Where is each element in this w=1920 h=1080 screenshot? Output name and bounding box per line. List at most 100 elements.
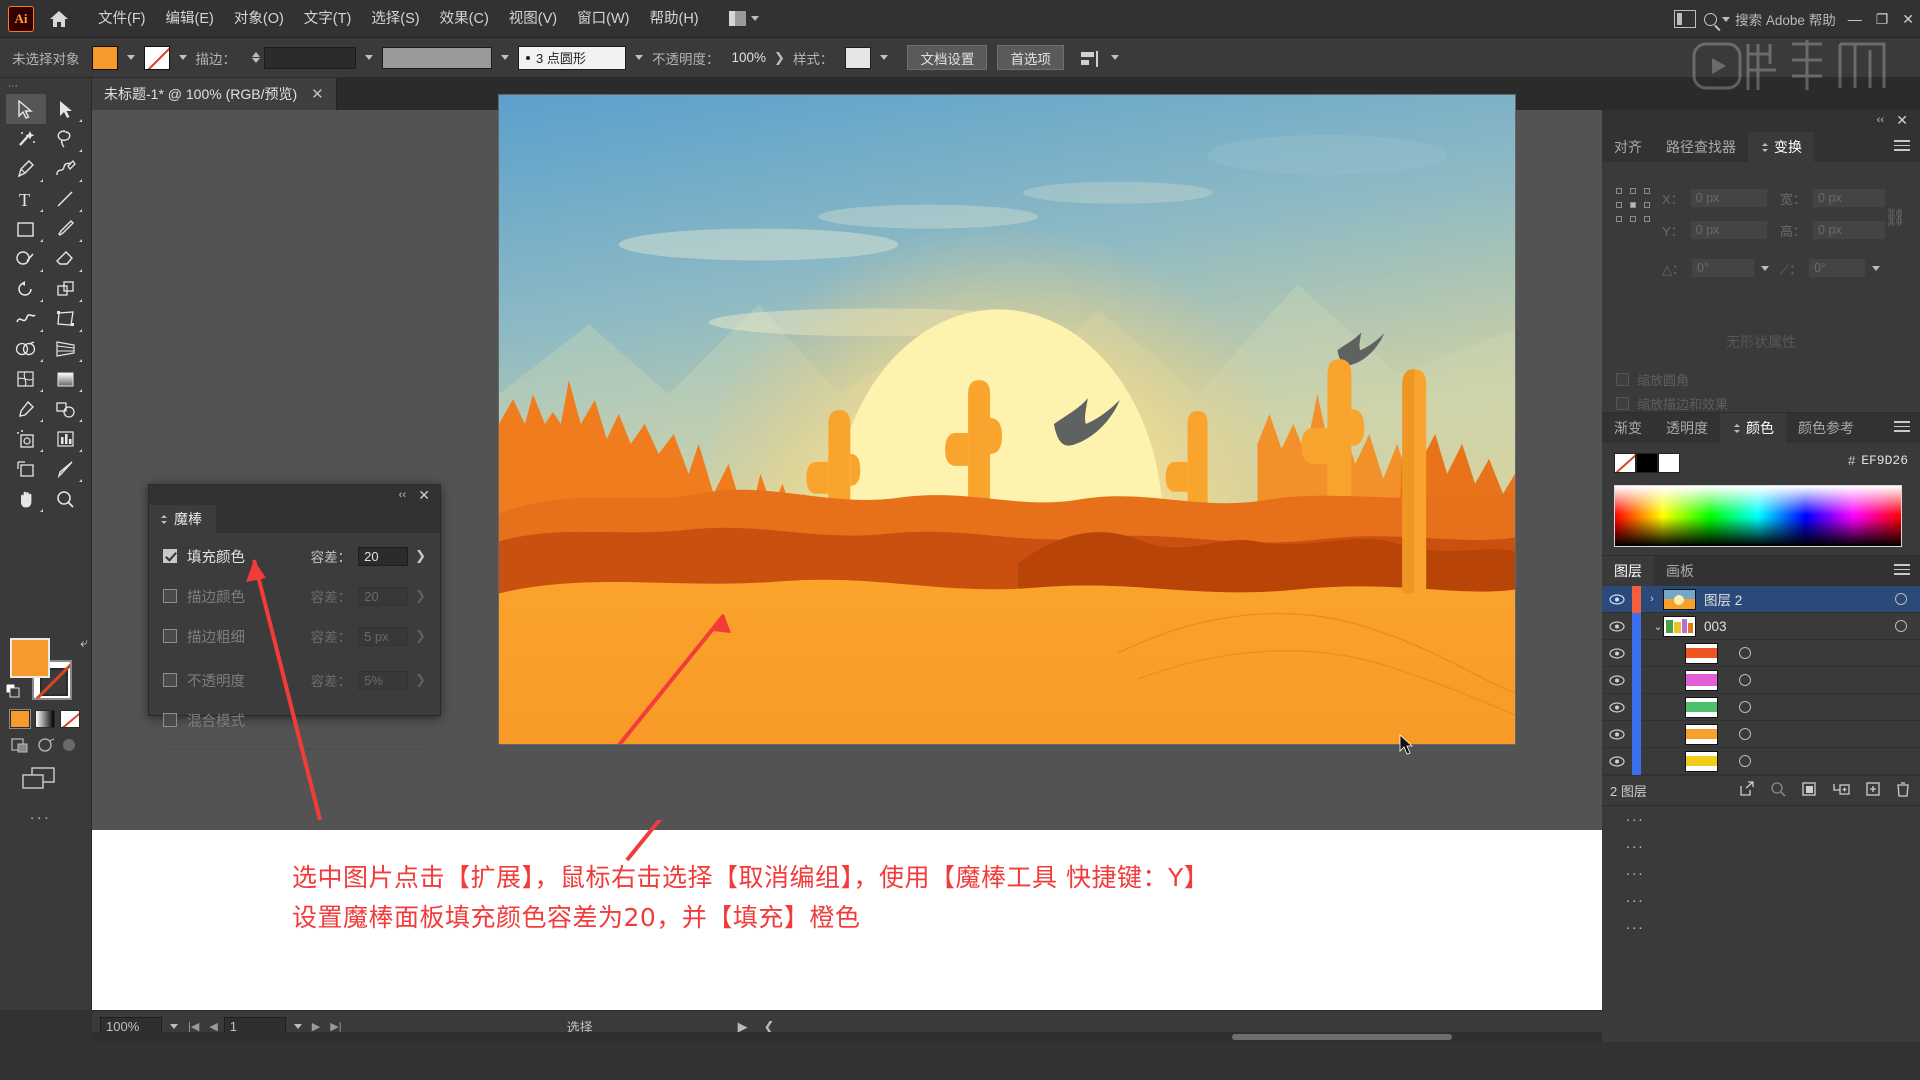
table-row[interactable]: ... [1602, 693, 1920, 879]
table-row[interactable]: ... [1602, 639, 1920, 825]
scrollbar-thumb[interactable] [1232, 1034, 1452, 1040]
layer-name[interactable]: 003 [1704, 619, 1882, 634]
menu-help[interactable]: 帮助(H) [639, 0, 708, 38]
layer-twisty-icon[interactable]: › [1641, 593, 1663, 605]
opacity-value[interactable]: 100% [732, 50, 767, 65]
delete-layer-icon[interactable] [1896, 781, 1910, 800]
visibility-toggle-icon[interactable] [1602, 647, 1632, 659]
table-row[interactable]: › 图层 2 [1602, 585, 1920, 613]
color-spectrum-bar[interactable] [1614, 485, 1902, 547]
shaper-tool[interactable] [6, 244, 46, 274]
opacity-chevron-icon[interactable]: ❯ [774, 50, 785, 66]
magic-wand-panel[interactable]: ‹‹ ✕ 魔棒 填充颜色 容差： 20 ❯ 描边颜色 容差： 20 ❯ 描边粗细… [148, 484, 441, 750]
document-tab[interactable]: 未标题-1* @ 100% (RGB/预览) ✕ [92, 78, 337, 110]
none-fill-button[interactable] [60, 710, 80, 728]
magic-wand-panel-titlebar[interactable]: ‹‹ ✕ [149, 485, 440, 505]
layer-target-icon[interactable] [1726, 728, 1764, 740]
close-icon[interactable]: ✕ [1896, 112, 1908, 129]
eyedropper-tool[interactable] [6, 394, 46, 424]
layer-target-icon[interactable] [1882, 593, 1920, 605]
wand-row-opacity[interactable]: 不透明度 容差： 5% ❯ [163, 669, 426, 691]
zoom-tool[interactable] [46, 484, 86, 514]
menu-select[interactable]: 选择(S) [361, 0, 429, 38]
wand-row-stroke-color[interactable]: 描边颜色 容差： 20 ❯ [163, 585, 426, 607]
preferences-button[interactable]: 首选项 [997, 45, 1064, 70]
tab-layers[interactable]: 图层 [1602, 556, 1654, 586]
line-segment-tool[interactable] [46, 184, 86, 214]
stroke-color-swatch[interactable] [143, 45, 170, 70]
collapse-icon[interactable]: ‹‹ [399, 489, 406, 501]
checkbox-scale-corners[interactable] [1616, 373, 1629, 386]
make-clipping-mask-icon[interactable] [1801, 781, 1817, 800]
magic-wand-tool[interactable] [6, 124, 46, 154]
locate-object-icon[interactable] [1770, 781, 1786, 800]
stroke-profile-select[interactable] [382, 46, 492, 69]
chevron-down-icon[interactable] [635, 55, 643, 60]
reference-point-selector[interactable] [1616, 188, 1650, 222]
menu-type[interactable]: 文字(T) [294, 0, 362, 38]
layer-name[interactable]: ... [1626, 808, 1645, 825]
search-help[interactable]: 搜索 Adobe 帮助 [1704, 9, 1836, 29]
wand-row-stroke-weight[interactable]: 描边粗细 容差： 5 px ❯ [163, 625, 426, 647]
table-row[interactable]: ... [1602, 747, 1920, 933]
tab-transform[interactable]: 变换 [1748, 132, 1814, 162]
visibility-toggle-icon[interactable] [1602, 701, 1632, 713]
stroke-weight-stepper[interactable] [252, 52, 260, 63]
wand-row-blend-mode[interactable]: 混合模式 [163, 709, 426, 731]
layer-name[interactable]: ... [1626, 835, 1645, 852]
create-sublayer-icon[interactable] [1832, 781, 1850, 800]
minimize-button[interactable]: — [1848, 11, 1862, 27]
table-row[interactable]: ... [1602, 720, 1920, 906]
swatch-white[interactable] [1658, 453, 1680, 473]
color-fill-button[interactable] [9, 709, 31, 729]
panel-menu-icon[interactable] [1894, 564, 1910, 576]
menu-effect[interactable]: 效果(C) [430, 0, 499, 38]
menu-view[interactable]: 视图(V) [499, 0, 567, 38]
chevron-down-icon[interactable] [178, 55, 187, 60]
layer-twisty-icon[interactable]: ⌄ [1641, 620, 1663, 633]
layer-target-icon[interactable] [1882, 620, 1920, 632]
collapse-icon[interactable]: ‹‹ [1877, 114, 1884, 126]
rotate-tool[interactable] [6, 274, 46, 304]
checkbox-opacity[interactable] [163, 673, 177, 687]
layer-target-icon[interactable] [1726, 755, 1764, 767]
paintbrush-tool[interactable] [46, 214, 86, 244]
checkbox-stroke-weight[interactable] [163, 629, 177, 643]
chevron-down-icon[interactable] [501, 55, 509, 60]
selection-tool[interactable] [6, 94, 46, 124]
scale-corners-option[interactable]: 缩放圆角 [1616, 370, 1689, 389]
table-row[interactable]: ⌄ 003 [1602, 612, 1920, 640]
chevron-down-icon[interactable] [1761, 265, 1769, 271]
h-input[interactable]: 0 px [1812, 220, 1887, 240]
graphic-style-swatch[interactable] [845, 46, 872, 69]
layer-target-icon[interactable] [1726, 674, 1764, 686]
tab-color[interactable]: 颜色 [1720, 413, 1786, 443]
menu-file[interactable]: 文件(F) [88, 0, 156, 38]
tab-color-guide[interactable]: 颜色参考 [1786, 413, 1866, 443]
layer-name[interactable]: ... [1626, 862, 1645, 879]
angle-input[interactable]: 0° [1691, 258, 1755, 278]
close-icon[interactable]: ✕ [311, 85, 324, 103]
pen-tool[interactable] [6, 154, 46, 184]
chevron-down-icon[interactable] [1872, 265, 1881, 271]
close-icon[interactable]: ✕ [418, 487, 430, 504]
layer-target-icon[interactable] [1726, 701, 1764, 713]
chevron-down-icon[interactable] [293, 1024, 302, 1029]
blend-tool[interactable] [46, 394, 86, 424]
menu-window[interactable]: 窗口(W) [567, 0, 639, 38]
scale-tool[interactable] [46, 274, 86, 304]
perspective-grid-tool[interactable] [46, 334, 86, 364]
tab-artboards[interactable]: 画板 [1654, 556, 1706, 586]
more-tools-button[interactable]: ... [30, 806, 52, 823]
rectangle-tool[interactable] [6, 214, 46, 244]
symbol-sprayer-tool[interactable] [6, 424, 46, 454]
tab-magic-wand[interactable]: 魔棒 [149, 505, 216, 533]
chevron-down-icon[interactable] [126, 55, 135, 60]
tab-gradient[interactable]: 渐变 [1602, 413, 1654, 443]
chevron-down-icon[interactable] [1110, 55, 1119, 60]
wand-row-fill-color[interactable]: 填充颜色 容差： 20 ❯ [163, 545, 426, 567]
hand-tool[interactable] [6, 484, 46, 514]
tab-align[interactable]: 对齐 [1602, 132, 1654, 162]
gradient-tool[interactable] [46, 364, 86, 394]
layer-name[interactable]: ... [1626, 916, 1645, 933]
